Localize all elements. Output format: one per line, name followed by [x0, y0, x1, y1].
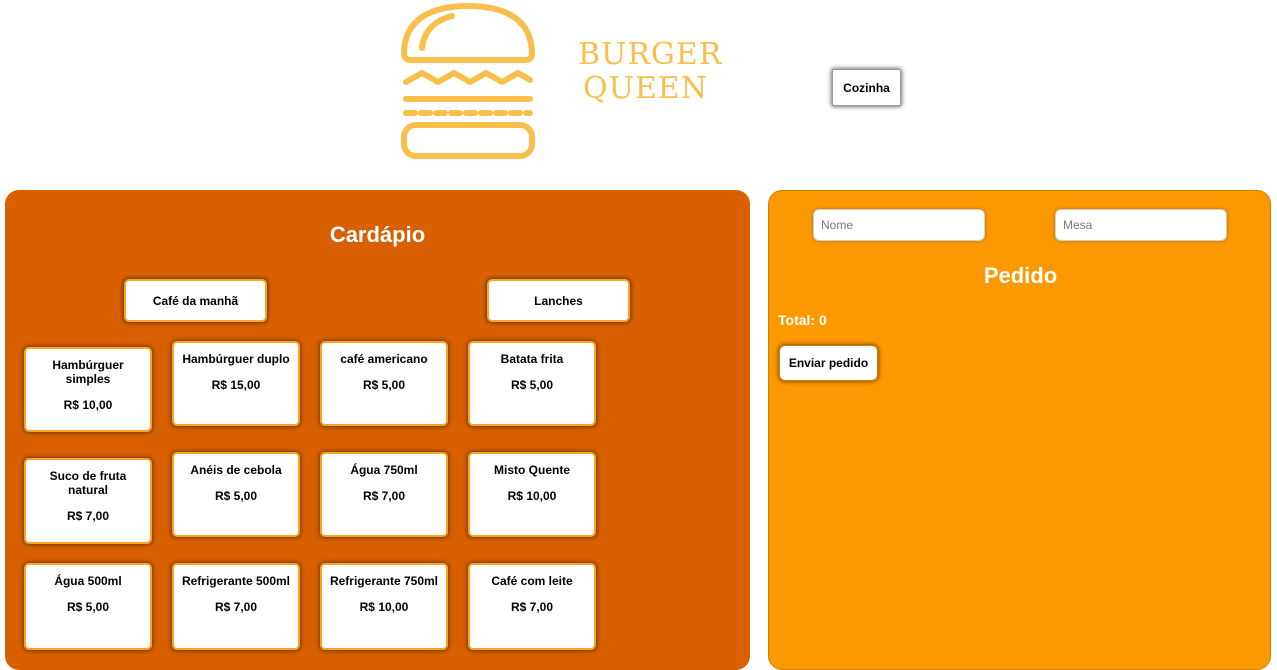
menu-item-card[interactable]: café americano R$ 5,00	[320, 341, 448, 426]
menu-item-name: Hambúrguer simples	[52, 358, 124, 386]
menu-item-name: Água 500ml	[54, 574, 122, 588]
brand-name-line2: QUEEN	[583, 71, 708, 106]
menu-item-name: Suco de fruta natural	[49, 469, 127, 497]
menu-item-price: R$ 15,00	[211, 378, 261, 392]
order-total: Total: 0	[778, 312, 827, 328]
menu-item-name: Café com leite	[491, 574, 573, 588]
menu-item-card[interactable]: Café com leite R$ 7,00	[468, 563, 596, 650]
menu-panel: Cardápio Café da manhã Lanches Hambúrgue…	[5, 190, 750, 670]
menu-item-name: Água 750ml	[350, 463, 418, 477]
menu-item-price: R$ 10,00	[359, 600, 409, 614]
menu-item-price: R$ 7,00	[66, 509, 110, 523]
menu-item-price: R$ 5,00	[510, 378, 554, 392]
menu-item-card[interactable]: Anéis de cebola R$ 5,00	[172, 452, 300, 537]
menu-item-card[interactable]: Água 500ml R$ 5,00	[24, 563, 152, 650]
snacks-category-button[interactable]: Lanches	[487, 279, 630, 322]
menu-item-name: Hambúrguer duplo	[182, 352, 290, 366]
menu-item-price: R$ 5,00	[66, 600, 110, 614]
menu-item-price: R$ 10,00	[507, 489, 557, 503]
menu-item-name: Anéis de cebola	[190, 463, 282, 477]
menu-item-name: Batata frita	[500, 352, 564, 366]
menu-item-card[interactable]: Refrigerante 750ml R$ 10,00	[320, 563, 448, 650]
menu-item-card[interactable]: Hambúrguer duplo R$ 15,00	[172, 341, 300, 426]
menu-item-card[interactable]: Suco de fruta natural R$ 7,00	[24, 458, 152, 544]
menu-item-price: R$ 7,00	[214, 600, 258, 614]
send-order-button[interactable]: Enviar pedido	[779, 345, 878, 381]
menu-item-price: R$ 5,00	[214, 489, 258, 503]
table-number-input[interactable]	[1055, 209, 1227, 241]
order-panel: Pedido Total: 0 Enviar pedido	[768, 190, 1271, 670]
menu-item-name: Misto Quente	[493, 463, 570, 477]
menu-item-card[interactable]: Misto Quente R$ 10,00	[468, 452, 596, 537]
menu-item-card[interactable]: Água 750ml R$ 7,00	[320, 452, 448, 537]
app-header: BURGER QUEEN Cozinha	[0, 0, 1277, 185]
menu-item-price: R$ 7,00	[510, 600, 554, 614]
menu-item-price: R$ 10,00	[63, 398, 113, 412]
menu-title: Cardápio	[329, 222, 426, 247]
brand-name: BURGER QUEEN	[578, 37, 723, 106]
menu-item-card[interactable]: Refrigerante 500ml R$ 7,00	[172, 563, 300, 650]
brand-name-line1: BURGER	[578, 37, 723, 72]
menu-item-card[interactable]: Hambúrguer simples R$ 10,00	[24, 347, 152, 432]
menu-item-name: Refrigerante 750ml	[329, 574, 439, 588]
breakfast-category-button[interactable]: Café da manhã	[124, 279, 267, 322]
customer-name-input[interactable]	[813, 209, 985, 241]
menu-item-price: R$ 5,00	[362, 378, 406, 392]
burger-icon	[401, 3, 535, 159]
menu-item-card[interactable]: Batata frita R$ 5,00	[468, 341, 596, 426]
menu-item-price: R$ 7,00	[362, 489, 406, 503]
order-title: Pedido	[983, 263, 1058, 288]
menu-item-name: café americano	[340, 352, 428, 366]
menu-item-name: Refrigerante 500ml	[181, 574, 291, 588]
kitchen-button[interactable]: Cozinha	[832, 69, 901, 106]
